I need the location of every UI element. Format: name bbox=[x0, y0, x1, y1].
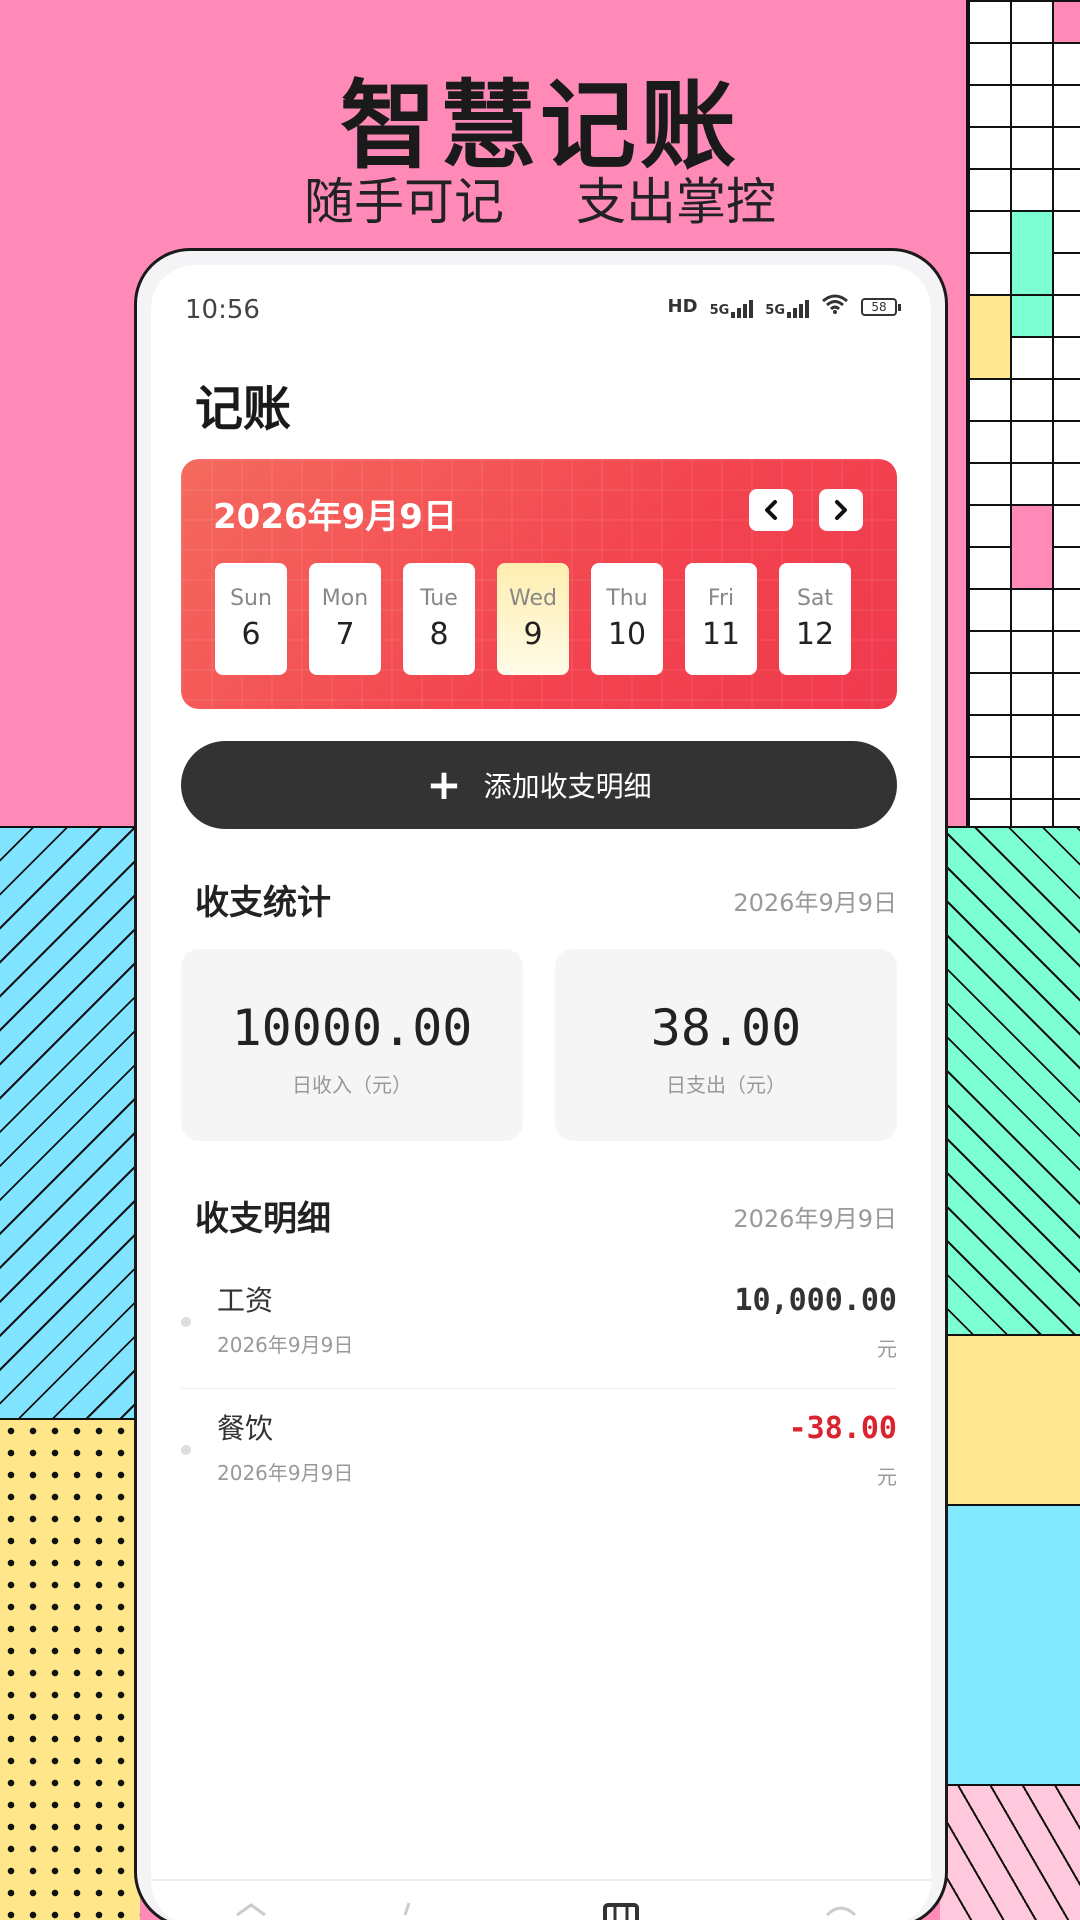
transaction-row[interactable]: 工资 2026年9月9日 10,000.00 元 bbox=[181, 1265, 897, 1389]
promo-sub-left: 随手可记 bbox=[304, 173, 505, 231]
day-name: Sat bbox=[796, 586, 834, 611]
day-name: Wed bbox=[509, 586, 557, 611]
expense-card: 38.00 日支出（元） bbox=[555, 949, 897, 1141]
day-mon[interactable]: Mon 7 bbox=[309, 563, 381, 675]
bullet-icon bbox=[181, 1317, 191, 1327]
transaction-name: 餐饮 bbox=[217, 1412, 274, 1445]
transaction-unit: 元 bbox=[877, 1337, 897, 1361]
battery-icon: 58 bbox=[861, 297, 901, 316]
day-number: 11 bbox=[701, 617, 741, 652]
day-thu[interactable]: Thu 10 bbox=[591, 563, 663, 675]
day-name: Thu bbox=[606, 586, 648, 611]
grid-cell-green bbox=[1012, 296, 1052, 336]
next-week-button[interactable] bbox=[819, 489, 863, 531]
stats-tab-icon[interactable] bbox=[391, 1897, 431, 1920]
transaction-name: 工资 bbox=[217, 1284, 274, 1317]
chevron-left-icon bbox=[765, 500, 777, 520]
day-name: Tue bbox=[420, 586, 458, 611]
bullet-icon bbox=[181, 1445, 191, 1455]
hd-icon: HD bbox=[667, 296, 698, 317]
day-number: 8 bbox=[429, 617, 449, 652]
phone-screen: 10:56 HD 5G 5G 58 记账 2026年9月9日 Sun 6 Mon… bbox=[151, 265, 931, 1920]
day-name: Sun bbox=[230, 586, 272, 611]
page-title: 记账 bbox=[195, 381, 292, 437]
day-number: 9 bbox=[523, 617, 543, 652]
background-zigzag bbox=[940, 1784, 1080, 1920]
day-number: 12 bbox=[795, 617, 835, 652]
phone-frame: 10:56 HD 5G 5G 58 记账 2026年9月9日 Sun 6 Mon… bbox=[134, 248, 948, 1920]
promo-sub-right: 支出掌控 bbox=[575, 173, 776, 231]
divider bbox=[181, 1388, 897, 1389]
day-fri[interactable]: Fri 11 bbox=[685, 563, 757, 675]
transaction-unit: 元 bbox=[877, 1465, 897, 1489]
promo-subline: 随手可记 支出掌控 bbox=[0, 162, 1080, 234]
expense-label: 日支出（元） bbox=[666, 1073, 786, 1097]
chevron-right-icon bbox=[835, 500, 847, 520]
network-type-label: 5G bbox=[709, 302, 730, 318]
day-sat[interactable]: Sat 12 bbox=[779, 563, 851, 675]
status-bar: 10:56 HD 5G 5G 58 bbox=[151, 265, 931, 329]
add-record-label: 添加收支明细 bbox=[483, 770, 652, 803]
income-value: 10000.00 bbox=[231, 999, 473, 1057]
grid-cell-yellow bbox=[970, 296, 1010, 378]
home-tab-icon[interactable] bbox=[231, 1897, 271, 1920]
day-wed-selected[interactable]: Wed 9 bbox=[497, 563, 569, 675]
transaction-date: 2026年9月9日 bbox=[217, 1461, 354, 1485]
day-number: 7 bbox=[335, 617, 355, 652]
week-row: Sun 6 Mon 7 Tue 8 Wed 9 Thu 10 Fri 11 Sat 12 bbox=[215, 563, 851, 675]
day-tue[interactable]: Tue 8 bbox=[403, 563, 475, 675]
signal-icon: 5G bbox=[765, 296, 809, 318]
transaction-amount: -38.00 bbox=[788, 1411, 897, 1446]
day-number: 6 bbox=[241, 617, 261, 652]
expense-value: 38.00 bbox=[650, 999, 802, 1057]
previous-week-button[interactable] bbox=[749, 489, 793, 531]
wifi-icon bbox=[821, 293, 849, 320]
transaction-row[interactable]: 餐饮 2026年9月9日 -38.00 元 bbox=[181, 1393, 897, 1517]
stats-section-title: 收支统计 bbox=[195, 883, 331, 923]
background-stripes-blue bbox=[0, 826, 140, 1418]
status-time: 10:56 bbox=[185, 295, 260, 325]
details-section-date: 2026年9月9日 bbox=[733, 1205, 897, 1233]
day-number: 10 bbox=[607, 617, 647, 652]
background-blue-block bbox=[940, 1504, 1080, 1784]
stats-section-date: 2026年9月9日 bbox=[733, 889, 897, 917]
status-icons: HD 5G 5G 58 bbox=[667, 293, 901, 320]
add-record-button[interactable]: + 添加收支明细 bbox=[181, 741, 897, 829]
grid-cell-pink bbox=[1054, 2, 1080, 42]
background-yellow-block bbox=[940, 1334, 1080, 1504]
grid-cell-pink bbox=[1012, 506, 1052, 588]
profile-tab-icon[interactable] bbox=[821, 1897, 861, 1920]
background-stripes-green bbox=[940, 826, 1080, 1334]
network-type-label: 5G bbox=[765, 302, 785, 318]
income-label: 日收入（元） bbox=[292, 1073, 412, 1097]
signal-icon: 5G bbox=[710, 296, 754, 318]
date-card: 2026年9月9日 Sun 6 Mon 7 Tue 8 Wed 9 Thu 10 Fri 1… bbox=[181, 459, 897, 709]
income-card: 10000.00 日收入（元） bbox=[181, 949, 523, 1141]
plus-icon: + bbox=[426, 760, 462, 809]
bottom-tab-bar bbox=[151, 1879, 931, 1920]
transaction-date: 2026年9月9日 bbox=[217, 1333, 354, 1357]
day-sun[interactable]: Sun 6 bbox=[215, 563, 287, 675]
ledger-tab-icon[interactable] bbox=[601, 1897, 641, 1920]
details-section-title: 收支明细 bbox=[195, 1199, 331, 1239]
current-date-label: 2026年9月9日 bbox=[213, 497, 457, 537]
transaction-amount: 10,000.00 bbox=[734, 1283, 897, 1318]
day-name: Mon bbox=[321, 586, 369, 611]
day-name: Fri bbox=[707, 586, 735, 611]
background-dots-yellow bbox=[0, 1418, 140, 1920]
